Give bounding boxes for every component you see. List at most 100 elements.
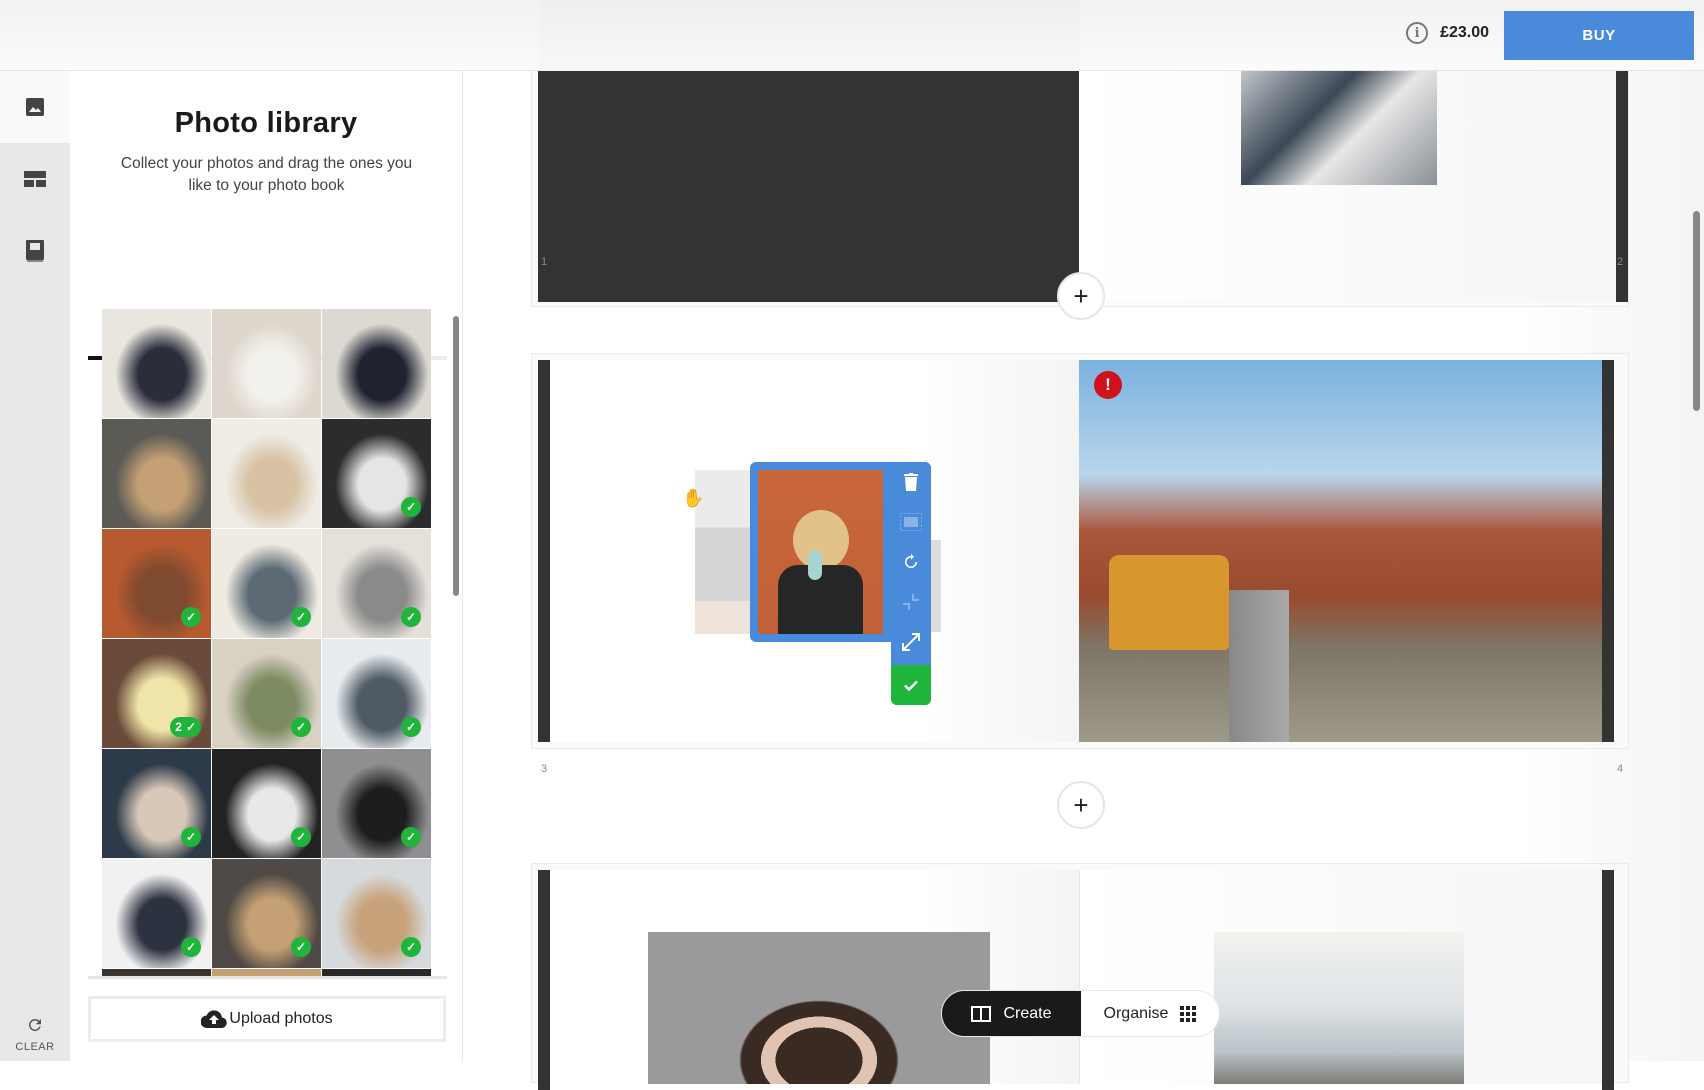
- shrink-photo-button[interactable]: [891, 582, 931, 622]
- page-6[interactable]: [1079, 870, 1602, 1084]
- library-photo[interactable]: [102, 309, 211, 418]
- library-photo[interactable]: ✓: [212, 749, 321, 858]
- check-icon: [904, 680, 918, 691]
- use-count: 2: [175, 720, 182, 734]
- rotate-photo-button[interactable]: [891, 542, 931, 582]
- used-badge: ✓: [180, 937, 201, 957]
- trash-icon: [904, 473, 918, 491]
- photo-slot[interactable]: [1214, 932, 1464, 1084]
- check-icon: ✓: [295, 940, 306, 954]
- low-resolution-warning-icon[interactable]: !: [1094, 371, 1122, 399]
- library-scrollbar[interactable]: [453, 316, 459, 596]
- used-badge: ✓: [400, 827, 421, 847]
- add-spread-button[interactable]: +: [1057, 272, 1105, 320]
- upload-label: Upload photos: [229, 1010, 333, 1027]
- library-subtitle: Collect your photos and drag the ones yo…: [120, 155, 413, 194]
- rail-item-book[interactable]: [0, 215, 70, 287]
- library-photo[interactable]: [322, 969, 431, 976]
- create-label: Create: [1003, 1004, 1052, 1022]
- check-icon: ✓: [405, 610, 416, 624]
- price-area: i £23.00: [1406, 22, 1489, 44]
- create-mode-button[interactable]: Create: [942, 991, 1081, 1036]
- used-badge: ✓: [290, 827, 311, 847]
- book-icon: [26, 240, 44, 262]
- clear-button[interactable]: CLEAR: [0, 1016, 70, 1053]
- cloud-upload-icon: [201, 1010, 228, 1028]
- page-1[interactable]: [538, 58, 1079, 302]
- library-photo[interactable]: [102, 419, 211, 528]
- used-badge: ✓: [400, 937, 421, 957]
- delete-photo-button[interactable]: [891, 462, 931, 502]
- library-photo[interactable]: ✓: [322, 639, 431, 748]
- library-photo[interactable]: [212, 309, 321, 418]
- check-icon: ✓: [185, 720, 196, 734]
- page-number: 1: [541, 256, 548, 268]
- open-book-icon: [971, 1005, 992, 1022]
- library-photo[interactable]: [102, 969, 211, 976]
- check-icon: ✓: [295, 830, 306, 844]
- library-photo[interactable]: ✓: [322, 419, 431, 528]
- info-icon[interactable]: i: [1406, 22, 1429, 44]
- used-badge: ✓: [400, 717, 421, 737]
- add-spread-button[interactable]: +: [1057, 781, 1105, 829]
- fit-photo-button[interactable]: [891, 502, 931, 542]
- used-badge: 2 ✓: [170, 717, 201, 737]
- expand-icon: [902, 633, 920, 651]
- page-number: 2: [1617, 256, 1624, 268]
- library-photo[interactable]: [322, 309, 431, 418]
- spread-1: [531, 51, 1629, 307]
- photo-slot[interactable]: [648, 932, 990, 1084]
- check-icon: ✓: [405, 940, 416, 954]
- library-photo[interactable]: ✓: [212, 529, 321, 638]
- library-photo[interactable]: ✓: [102, 749, 211, 858]
- check-icon: ✓: [405, 720, 416, 734]
- used-badge: ✓: [400, 497, 421, 517]
- check-icon: ✓: [405, 830, 416, 844]
- page-2[interactable]: [1079, 58, 1616, 302]
- rail-item-layouts[interactable]: [0, 143, 70, 215]
- library-photo[interactable]: ✓: [212, 639, 321, 748]
- spread-3: [531, 863, 1629, 1090]
- enlarge-photo-button[interactable]: [891, 622, 931, 662]
- check-icon: ✓: [185, 940, 196, 954]
- grab-cursor-icon: ✋: [682, 488, 705, 508]
- library-photo[interactable]: ✓: [322, 859, 431, 968]
- library-photo[interactable]: ✓: [102, 529, 211, 638]
- page-5[interactable]: [550, 870, 1079, 1084]
- selected-photo[interactable]: [758, 470, 883, 634]
- canvas-scrollbar[interactable]: [1693, 211, 1700, 411]
- confirm-edit-button[interactable]: [891, 665, 931, 705]
- library-photo[interactable]: 2 ✓: [102, 639, 211, 748]
- mode-toggle: Create Organise: [941, 990, 1220, 1037]
- used-badge: ✓: [180, 827, 201, 847]
- check-icon: ✓: [185, 830, 196, 844]
- library-photo[interactable]: ✓: [322, 749, 431, 858]
- organise-label: Organise: [1103, 1004, 1169, 1022]
- used-badge: ✓: [290, 937, 311, 957]
- library-photo[interactable]: [212, 969, 321, 976]
- shrink-icon: [903, 594, 919, 610]
- library-photo[interactable]: ✓: [102, 859, 211, 968]
- van: [1109, 555, 1229, 650]
- clear-label: CLEAR: [15, 1041, 55, 1053]
- top-bar: i £23.00 BUY: [0, 0, 1704, 71]
- photo-library-panel: Photo library Collect your photos and dr…: [70, 71, 463, 1061]
- library-photo[interactable]: ✓: [322, 529, 431, 638]
- buy-button[interactable]: BUY: [1504, 11, 1694, 60]
- page-4-photo[interactable]: [1079, 360, 1602, 742]
- rail-item-photos[interactable]: [0, 71, 70, 143]
- fit-frame-icon: [900, 513, 922, 531]
- image-icon: [26, 98, 44, 116]
- check-icon: ✓: [295, 610, 306, 624]
- page-number: 3: [541, 763, 548, 775]
- price: £23.00: [1440, 24, 1489, 41]
- photo-slot[interactable]: [1241, 58, 1437, 185]
- organise-mode-button[interactable]: Organise: [1081, 991, 1219, 1036]
- book-canvas: 1 2 + ! 3 4 +: [463, 51, 1704, 1090]
- rotate-icon: [905, 553, 917, 568]
- page-number: 4: [1617, 763, 1624, 775]
- library-photo[interactable]: [212, 419, 321, 528]
- library-photo[interactable]: ✓: [212, 859, 321, 968]
- check-icon: ✓: [405, 500, 416, 514]
- upload-photos-button[interactable]: Upload photos: [88, 996, 446, 1042]
